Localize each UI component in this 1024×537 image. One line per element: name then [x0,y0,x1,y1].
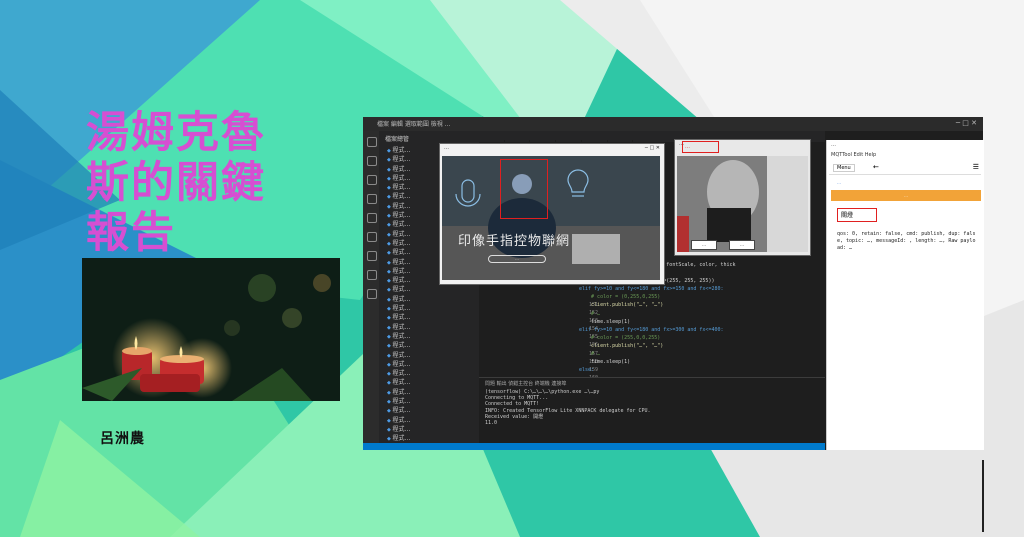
code-line: # … [579,310,601,317]
iot-app-title: 印像手指控物聯網 [458,234,571,249]
code-line: client.publish("…", "…") [579,302,664,309]
divider-line [982,460,984,532]
settings-icon[interactable] [367,289,377,299]
code-line: time.sleep(1) [579,318,631,325]
explorer-file[interactable]: 程式… [379,351,479,360]
explorer-file[interactable]: 程式… [379,285,479,294]
camera-feed: … … [677,156,808,252]
iot-window-title: … ─ □ ✕ [440,144,664,156]
explorer-file[interactable]: 程式… [379,341,479,350]
iot-window-title-text: … [444,145,449,151]
explorer-file[interactable]: 程式… [379,295,479,304]
mqtt-window-title: … [831,142,836,148]
code-line: # color = (255,0,0,255) [579,334,661,341]
mqtt-web-panel: … MQTTool Edit Help Menu ← ☰ … … 關燈 qos:… [826,140,984,450]
panel-tabs[interactable]: 問題 輸出 偵錯主控台 終端機 連接埠 [479,378,825,389]
code-line: # color = (0,255,0,255) [579,294,661,301]
iot-app-body: 印像手指控物聯網 … [442,156,660,280]
mqtt-payload: qos: 0, retain: false, cmd: publish, dup… [837,231,976,251]
explorer-file[interactable]: 程式… [379,425,479,434]
code-line: time.sleep(1) [579,359,631,366]
mqtt-menu-row: Menu ← ☰ [829,162,981,175]
mqtt-nav[interactable]: MQTTool Edit Help [827,150,984,160]
hamburger-icon[interactable]: ☰ [973,163,979,171]
explorer-file[interactable]: 程式… [379,416,479,425]
explorer-file[interactable]: 程式… [379,304,479,313]
light-icon-highlight [500,159,548,219]
explorer-file[interactable]: 程式… [379,369,479,378]
terminal-line: 11.0 [485,420,498,427]
close-icon[interactable]: ─ □ ✕ [645,145,660,151]
run-debug-icon[interactable] [367,194,377,204]
code-line: elif fy>=10 and fy<=180 and fx>=150 and … [579,286,724,293]
remote-icon[interactable] [367,232,377,242]
terminal-panel[interactable]: 問題 輸出 偵錯主控台 終端機 連接埠 (tensorflow) C:\…\…\… [479,377,825,444]
camera-button-1[interactable]: … [691,240,717,250]
testing-icon[interactable] [367,251,377,261]
slide-title: 湯姆克魯斯的關鍵報告 [86,108,266,258]
mqtt-orange-button[interactable]: … [831,190,981,201]
explorer-file[interactable]: 程式… [379,388,479,397]
iot-app-graphic [442,156,660,280]
code-line: else: [579,367,595,374]
source-control-icon[interactable] [367,175,377,185]
files-icon[interactable] [367,137,377,147]
candle-photo [82,258,340,401]
activity-bar [363,131,379,450]
menu-button[interactable]: Menu [833,164,855,172]
account-icon[interactable] [367,270,377,280]
terminal-output: (tensorflow) C:\…\…\…\python.exe …\…py Co… [479,389,825,426]
camera-button-2[interactable]: … [729,240,755,250]
camera-window[interactable]: … … … … [674,139,811,256]
mqtt-url[interactable]: … [837,180,841,185]
mqtt-message-highlight: 關燈 [837,208,877,222]
vscode-titlebar: 檔案 編輯 選取範圍 檢視 … ─ □ ✕ [363,117,983,131]
iot-app-window[interactable]: … ─ □ ✕ 印像手指控物聯網 … [439,143,665,285]
explorer-file[interactable]: 程式… [379,323,479,332]
explorer-file[interactable]: 程式… [379,313,479,322]
code-line: client.publish("…", "…") [579,342,664,349]
code-line: # … [579,351,601,358]
explorer-file[interactable]: 程式… [379,397,479,406]
status-bar [363,443,831,450]
explorer-file[interactable]: 程式… [379,332,479,341]
search-icon[interactable] [367,156,377,166]
camera-label-highlight: … [682,141,719,153]
extensions-icon[interactable] [367,213,377,223]
explorer-file[interactable]: 程式… [379,378,479,387]
window-controls[interactable]: ─ □ ✕ [956,119,977,127]
explorer-file[interactable]: 程式… [379,406,479,415]
vscode-menu[interactable]: 檔案 編輯 選取範圍 檢視 … [377,119,451,128]
explorer-file[interactable]: 程式… [379,360,479,369]
code-line: elif fy>=10 and fy<=180 and fx>=300 and … [579,326,724,333]
iot-app-button[interactable]: … [488,255,546,263]
author-name: 呂洲農 [100,431,145,447]
back-arrow-icon[interactable]: ← [873,163,879,171]
